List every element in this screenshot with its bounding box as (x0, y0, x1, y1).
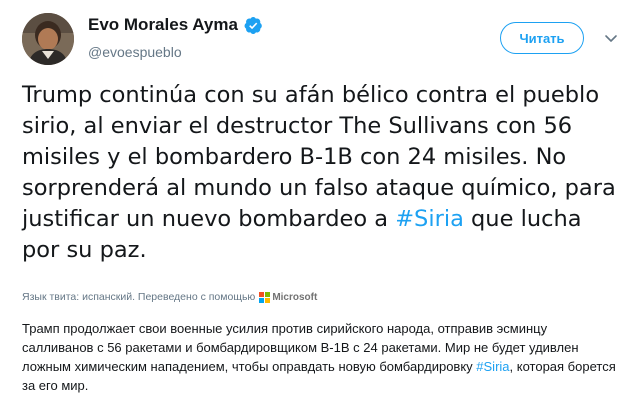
author-name[interactable]: Evo Morales Ayma (88, 15, 238, 35)
avatar-photo-icon (22, 13, 74, 65)
verified-badge-icon (244, 16, 262, 34)
author-handle[interactable]: @evoespueblo (88, 44, 182, 60)
tweet-hashtag-link[interactable]: #Siria (395, 206, 464, 232)
tweet-text: Trump continúa con su afán bélico contra… (22, 80, 622, 266)
translated-text: Трамп продолжает свои военные усилия про… (22, 319, 622, 395)
microsoft-logo-icon (259, 291, 271, 303)
microsoft-logo-text: Microsoft (272, 291, 318, 303)
translation-note-label: Язык твита: испанский. Переведено с помо… (22, 291, 256, 303)
chevron-down-icon[interactable] (604, 33, 618, 43)
microsoft-logo[interactable]: Microsoft (259, 291, 318, 303)
translated-hashtag-link[interactable]: #Siria (476, 359, 509, 374)
author-name-row: Evo Morales Ayma (88, 15, 263, 35)
follow-button[interactable]: Читать (500, 22, 584, 54)
translation-note: Язык твита: испанский. Переведено с помо… (22, 291, 317, 303)
avatar[interactable] (22, 13, 74, 65)
